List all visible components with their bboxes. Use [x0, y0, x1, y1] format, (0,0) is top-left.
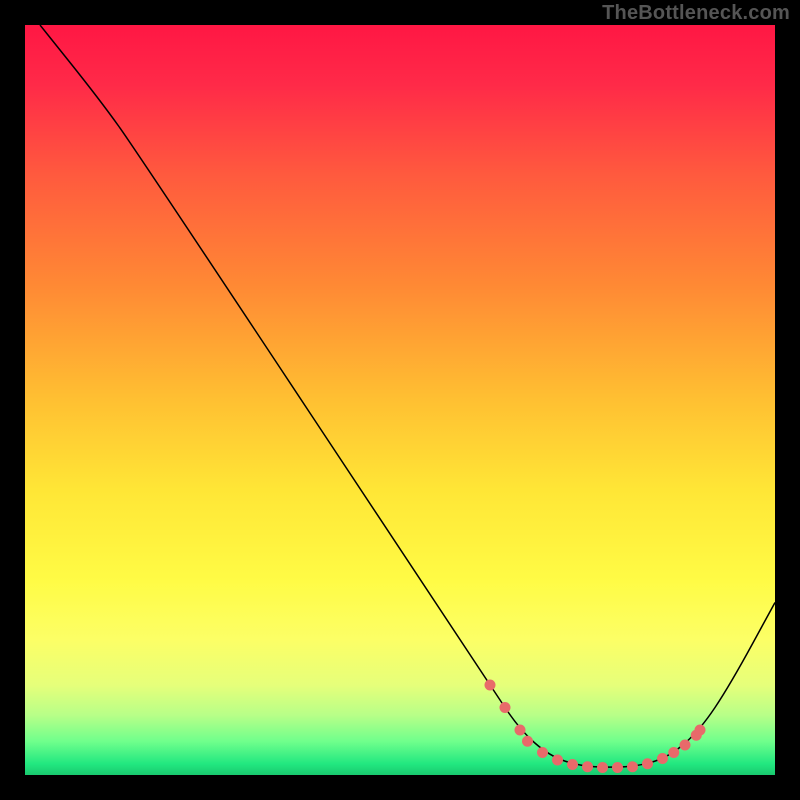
marker-dot	[537, 747, 548, 758]
marker-dot	[522, 736, 533, 747]
watermark-text: TheBottleneck.com	[602, 2, 790, 25]
marker-dot	[500, 702, 511, 713]
marker-dot	[612, 762, 623, 773]
chart-container: TheBottleneck.com	[0, 0, 800, 800]
gradient-background	[25, 25, 775, 775]
marker-dot	[695, 725, 706, 736]
marker-dot	[642, 758, 653, 769]
plot-area	[25, 25, 775, 775]
marker-dot	[485, 680, 496, 691]
marker-dot	[567, 759, 578, 770]
marker-dot	[597, 762, 608, 773]
marker-dot	[680, 740, 691, 751]
marker-dot	[668, 747, 679, 758]
marker-dot	[657, 753, 668, 764]
marker-dot	[515, 725, 526, 736]
bottleneck-chart	[25, 25, 775, 775]
marker-dot	[582, 761, 593, 772]
marker-dot	[552, 755, 563, 766]
marker-dot	[627, 761, 638, 772]
